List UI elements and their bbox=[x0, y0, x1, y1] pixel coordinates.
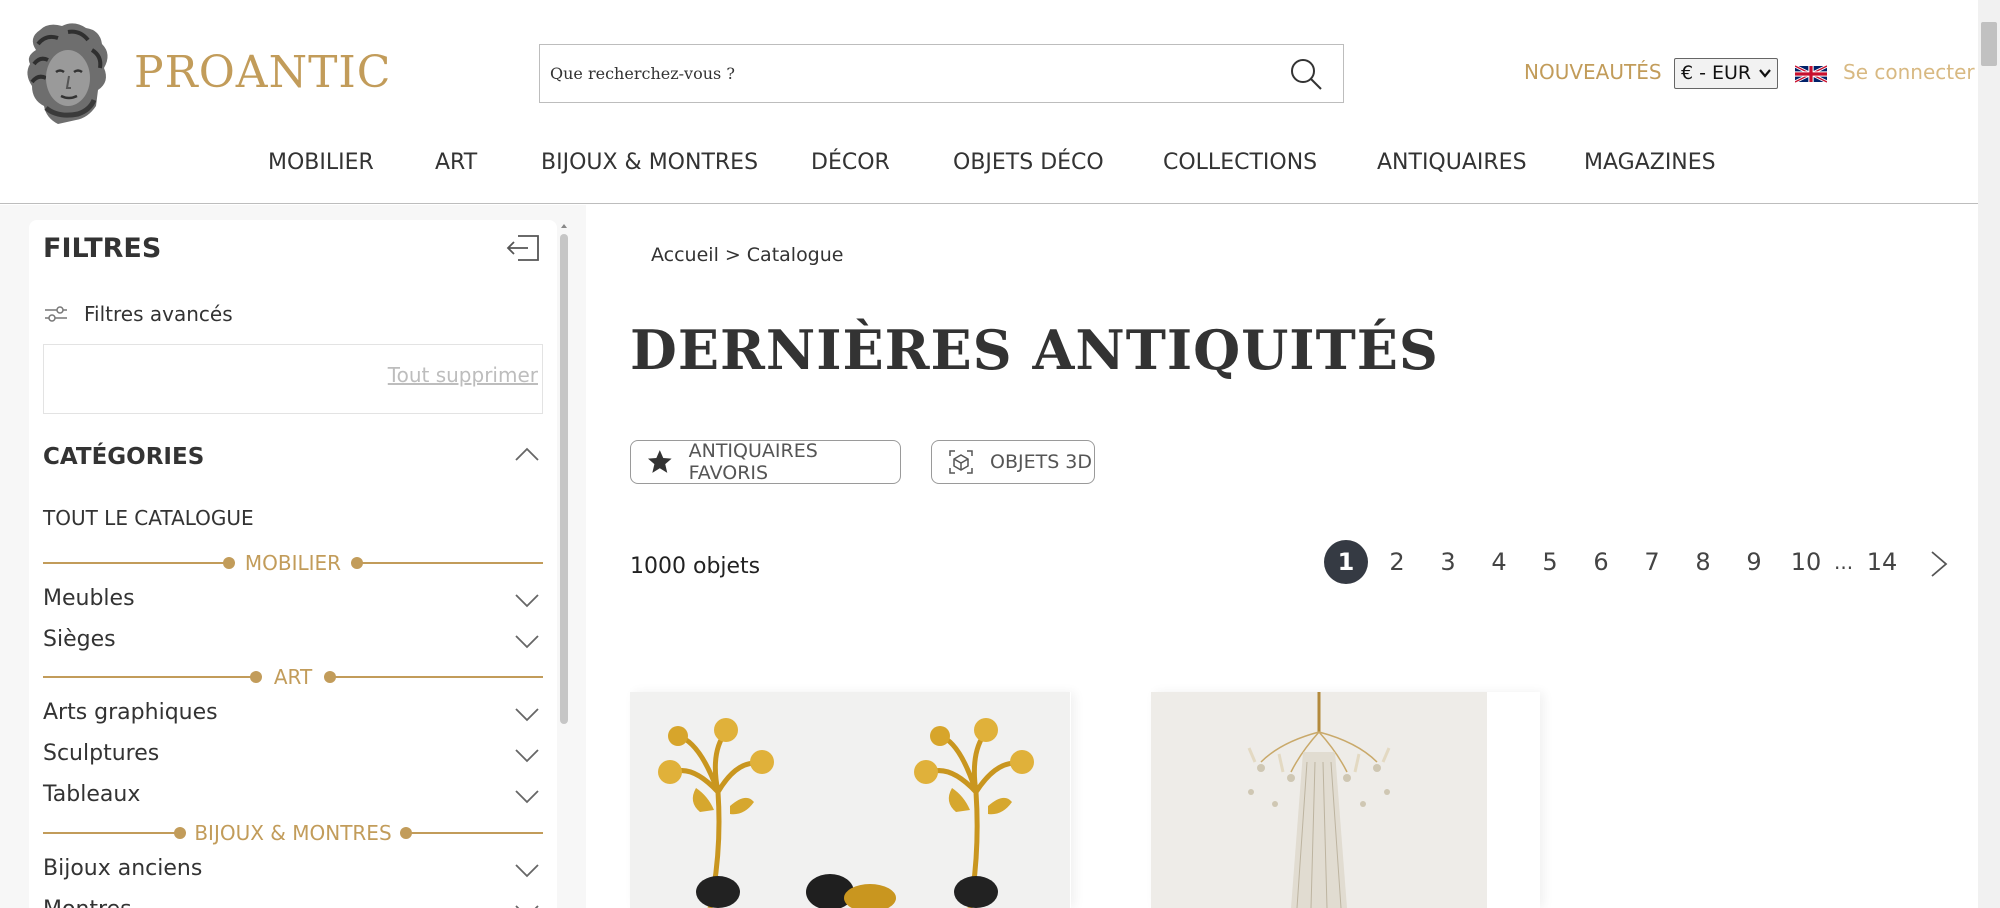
page-title: DERNIÈRES ANTIQUITÉS bbox=[630, 318, 1439, 382]
chevron-down-icon[interactable] bbox=[515, 749, 539, 763]
all-catalog-link[interactable]: TOUT LE CATALOGUE bbox=[43, 506, 254, 530]
search-icon[interactable] bbox=[1289, 57, 1323, 91]
clear-all-filters-link[interactable]: Tout supprimer bbox=[388, 363, 538, 387]
nav-item-objets-deco[interactable]: OBJETS DÉCO bbox=[953, 150, 1104, 175]
sidebar-item-tableaux[interactable]: Tableaux bbox=[43, 782, 543, 812]
category-group-art: ART bbox=[43, 665, 543, 689]
sidebar-item-label: Meubles bbox=[43, 586, 135, 611]
category-group-mobilier: MOBILIER bbox=[43, 551, 543, 575]
sliders-icon[interactable] bbox=[44, 305, 68, 323]
nav-item-antiquaires[interactable]: ANTIQUAIRES bbox=[1377, 150, 1527, 175]
page-scrollbar-thumb[interactable] bbox=[1981, 22, 1997, 66]
sidebar-item-label: Montres bbox=[43, 897, 132, 908]
panel-close-icon[interactable] bbox=[506, 234, 540, 262]
page-button-last[interactable]: 14 bbox=[1860, 540, 1904, 584]
product-image[interactable] bbox=[1151, 692, 1487, 908]
nav-item-bijoux-montres[interactable]: BIJOUX & MONTRES bbox=[541, 150, 758, 175]
sidebar-item-label: Bijoux anciens bbox=[43, 856, 203, 881]
chevron-down-icon[interactable] bbox=[515, 790, 539, 804]
category-group-bijoux-montres: BIJOUX & MONTRES bbox=[43, 821, 543, 845]
chevron-down-icon[interactable] bbox=[515, 594, 539, 608]
category-group-label[interactable]: MOBILIER bbox=[43, 551, 543, 575]
chevron-down-icon[interactable] bbox=[515, 708, 539, 722]
nouveautes-link[interactable]: NOUVEAUTÉS bbox=[1524, 60, 1662, 84]
page-button-1[interactable]: 1 bbox=[1324, 540, 1368, 584]
pagination: 1 2 3 4 5 6 7 8 9 10 ... 14 bbox=[1320, 540, 1960, 588]
objects-3d-button[interactable]: OBJETS 3D bbox=[931, 440, 1095, 484]
filters-scrollbar[interactable] bbox=[559, 222, 569, 908]
scroll-up-arrow-icon[interactable] bbox=[561, 224, 567, 228]
nav-item-collections[interactable]: COLLECTIONS bbox=[1163, 150, 1317, 175]
nav-item-magazines[interactable]: MAGAZINES bbox=[1584, 150, 1716, 175]
cube-3d-icon bbox=[949, 450, 973, 474]
product-image[interactable] bbox=[630, 692, 1070, 908]
search-input[interactable] bbox=[550, 45, 1250, 102]
sidebar-item-label: Arts graphiques bbox=[43, 700, 218, 725]
category-group-label[interactable]: ART bbox=[43, 665, 543, 689]
favorite-dealers-button[interactable]: ANTIQUAIRES FAVORIS bbox=[630, 440, 901, 484]
sidebar-item-label: Tableaux bbox=[43, 782, 141, 807]
favorite-dealers-label: ANTIQUAIRES FAVORIS bbox=[688, 440, 818, 484]
star-icon bbox=[647, 450, 672, 473]
site-header: PROANTIC NOUVEAUTÉS € - EUR Se connecter… bbox=[0, 0, 1978, 204]
category-group-label[interactable]: BIJOUX & MONTRES bbox=[43, 821, 543, 845]
sidebar-item-meubles[interactable]: Meubles bbox=[43, 586, 543, 616]
breadcrumb-separator: > bbox=[724, 244, 741, 266]
nav-item-decor[interactable]: DÉCOR bbox=[811, 150, 890, 175]
breadcrumb-home[interactable]: Accueil bbox=[651, 244, 719, 266]
page-button-9[interactable]: 9 bbox=[1732, 540, 1776, 584]
currency-value: € - EUR bbox=[1681, 62, 1752, 84]
product-card[interactable] bbox=[1151, 692, 1540, 908]
nav-item-mobilier[interactable]: MOBILIER bbox=[268, 150, 374, 175]
sidebar-item-label: Sièges bbox=[43, 627, 116, 652]
chevron-right-icon[interactable] bbox=[1930, 550, 1948, 578]
signin-link[interactable]: Se connecter bbox=[1843, 60, 1975, 84]
medusa-head-logo-icon bbox=[27, 23, 108, 124]
logo-text: PROANTIC bbox=[134, 46, 392, 98]
sidebar-item-montres[interactable]: Montres bbox=[43, 897, 543, 908]
uk-flag-icon[interactable] bbox=[1795, 62, 1827, 86]
sidebar-item-sculptures[interactable]: Sculptures bbox=[43, 741, 543, 771]
chevron-up-icon[interactable] bbox=[515, 447, 539, 461]
chevron-down-icon bbox=[1759, 69, 1771, 78]
page-button-5[interactable]: 5 bbox=[1528, 540, 1572, 584]
page-button-6[interactable]: 6 bbox=[1579, 540, 1623, 584]
categories-title[interactable]: CATÉGORIES bbox=[43, 444, 204, 470]
product-card[interactable] bbox=[630, 692, 1071, 908]
page-button-7[interactable]: 7 bbox=[1630, 540, 1674, 584]
page-scrollbar[interactable] bbox=[1978, 0, 2000, 908]
sidebar-item-bijoux-anciens[interactable]: Bijoux anciens bbox=[43, 856, 543, 886]
sidebar-item-sieges[interactable]: Sièges bbox=[43, 627, 543, 657]
logo[interactable]: PROANTIC bbox=[18, 20, 391, 124]
pagination-ellipsis: ... bbox=[1834, 550, 1854, 574]
sidebar-item-arts-graphiques[interactable]: Arts graphiques bbox=[43, 700, 543, 730]
page-button-10[interactable]: 10 bbox=[1784, 540, 1828, 584]
main-nav: MOBILIER ART BIJOUX & MONTRES DÉCOR OBJE… bbox=[0, 150, 1978, 180]
active-filters-box: Tout supprimer bbox=[43, 344, 543, 414]
filters-title: FILTRES bbox=[43, 233, 162, 264]
page-button-3[interactable]: 3 bbox=[1426, 540, 1470, 584]
page-button-2[interactable]: 2 bbox=[1375, 540, 1419, 584]
filters-scrollbar-thumb[interactable] bbox=[560, 234, 568, 724]
breadcrumb: Accueil > Catalogue bbox=[651, 244, 843, 266]
objects-3d-label: OBJETS 3D bbox=[990, 451, 1093, 473]
search-bar bbox=[539, 44, 1344, 103]
breadcrumb-current: Catalogue bbox=[746, 244, 844, 266]
results-count: 1000 objets bbox=[630, 554, 761, 579]
chevron-down-icon[interactable] bbox=[515, 864, 539, 878]
sidebar-item-label: Sculptures bbox=[43, 741, 160, 766]
page-button-8[interactable]: 8 bbox=[1681, 540, 1725, 584]
chevron-down-icon[interactable] bbox=[515, 635, 539, 649]
advanced-filters-link[interactable]: Filtres avancés bbox=[84, 302, 233, 326]
page-button-4[interactable]: 4 bbox=[1477, 540, 1521, 584]
currency-select[interactable]: € - EUR bbox=[1674, 58, 1778, 89]
nav-item-art[interactable]: ART bbox=[435, 150, 477, 175]
